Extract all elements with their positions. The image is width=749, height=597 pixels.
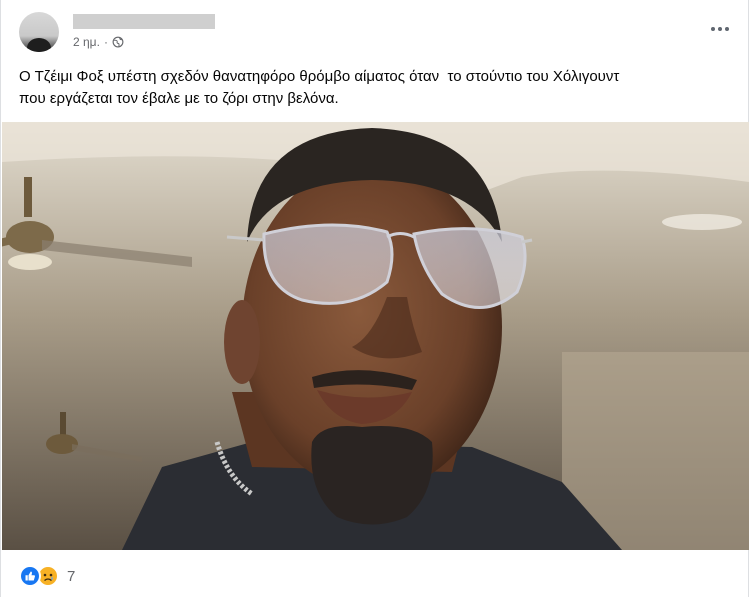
post-photo[interactable] bbox=[2, 122, 749, 550]
more-dot-icon bbox=[711, 27, 715, 31]
globe-icon bbox=[112, 36, 124, 48]
post-text: Ο Τζέιμι Φοξ υπέστη σχεδόν θανατηφόρο θρ… bbox=[19, 68, 620, 107]
author-avatar[interactable] bbox=[19, 12, 59, 52]
post-header: 2 ημ. · bbox=[19, 12, 730, 56]
more-dot-icon bbox=[718, 27, 722, 31]
more-options-button[interactable] bbox=[706, 18, 734, 40]
reactions-bar[interactable]: 7 bbox=[19, 564, 75, 588]
post-card: 2 ημ. · Ο Τζέιμι Φοξ υπέστη σχεδόν θανατ… bbox=[0, 0, 749, 597]
reactions-count[interactable]: 7 bbox=[67, 568, 75, 585]
post-meta: 2 ημ. · bbox=[73, 35, 124, 49]
more-dot-icon bbox=[725, 27, 729, 31]
portrait-photo bbox=[2, 122, 749, 550]
like-icon bbox=[19, 565, 41, 587]
post-timestamp[interactable]: 2 ημ. bbox=[73, 35, 100, 49]
author-name-redacted[interactable] bbox=[73, 14, 215, 29]
meta-separator: · bbox=[103, 35, 108, 49]
